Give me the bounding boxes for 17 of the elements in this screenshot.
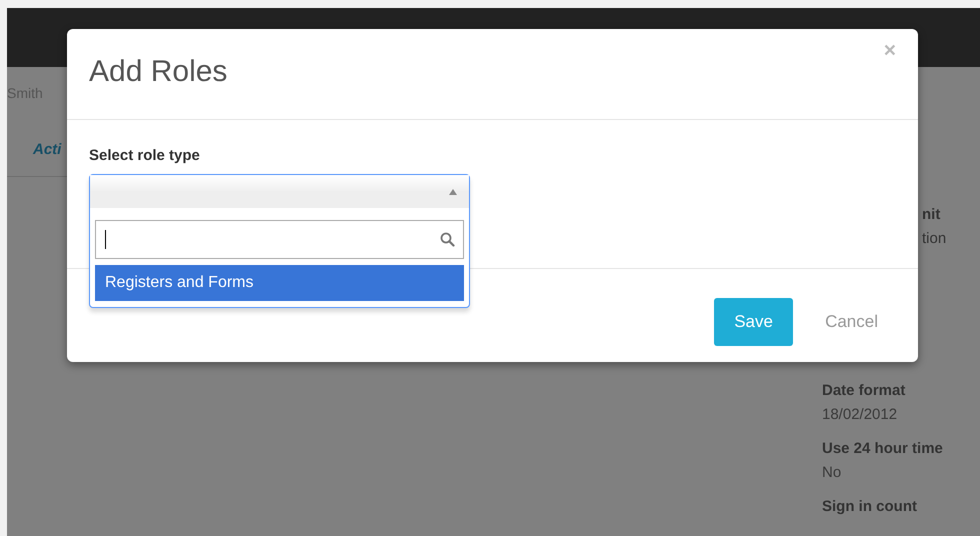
field-label: Select role type (89, 147, 200, 164)
detail-value: tion (922, 229, 946, 249)
search-icon (440, 232, 455, 247)
detail-label: nit (922, 205, 942, 225)
cancel-button[interactable]: Cancel (825, 312, 878, 332)
detail-label: Date format (822, 381, 906, 401)
caret-up-icon (449, 188, 457, 194)
save-button[interactable]: Save (714, 298, 794, 346)
dropdown-option[interactable]: Registers and Forms (95, 265, 464, 301)
select-dropdown[interactable]: Registers and Forms (89, 174, 470, 308)
detail-label: Use 24 hour time (822, 439, 944, 459)
close-button[interactable]: × (884, 39, 896, 63)
detail-value: 18/02/2012 (822, 405, 898, 425)
detail-value: No (822, 463, 842, 483)
search-field[interactable] (95, 220, 464, 259)
dialog-title: Add Roles (89, 54, 228, 88)
detail-label: Sign in count (822, 497, 918, 517)
